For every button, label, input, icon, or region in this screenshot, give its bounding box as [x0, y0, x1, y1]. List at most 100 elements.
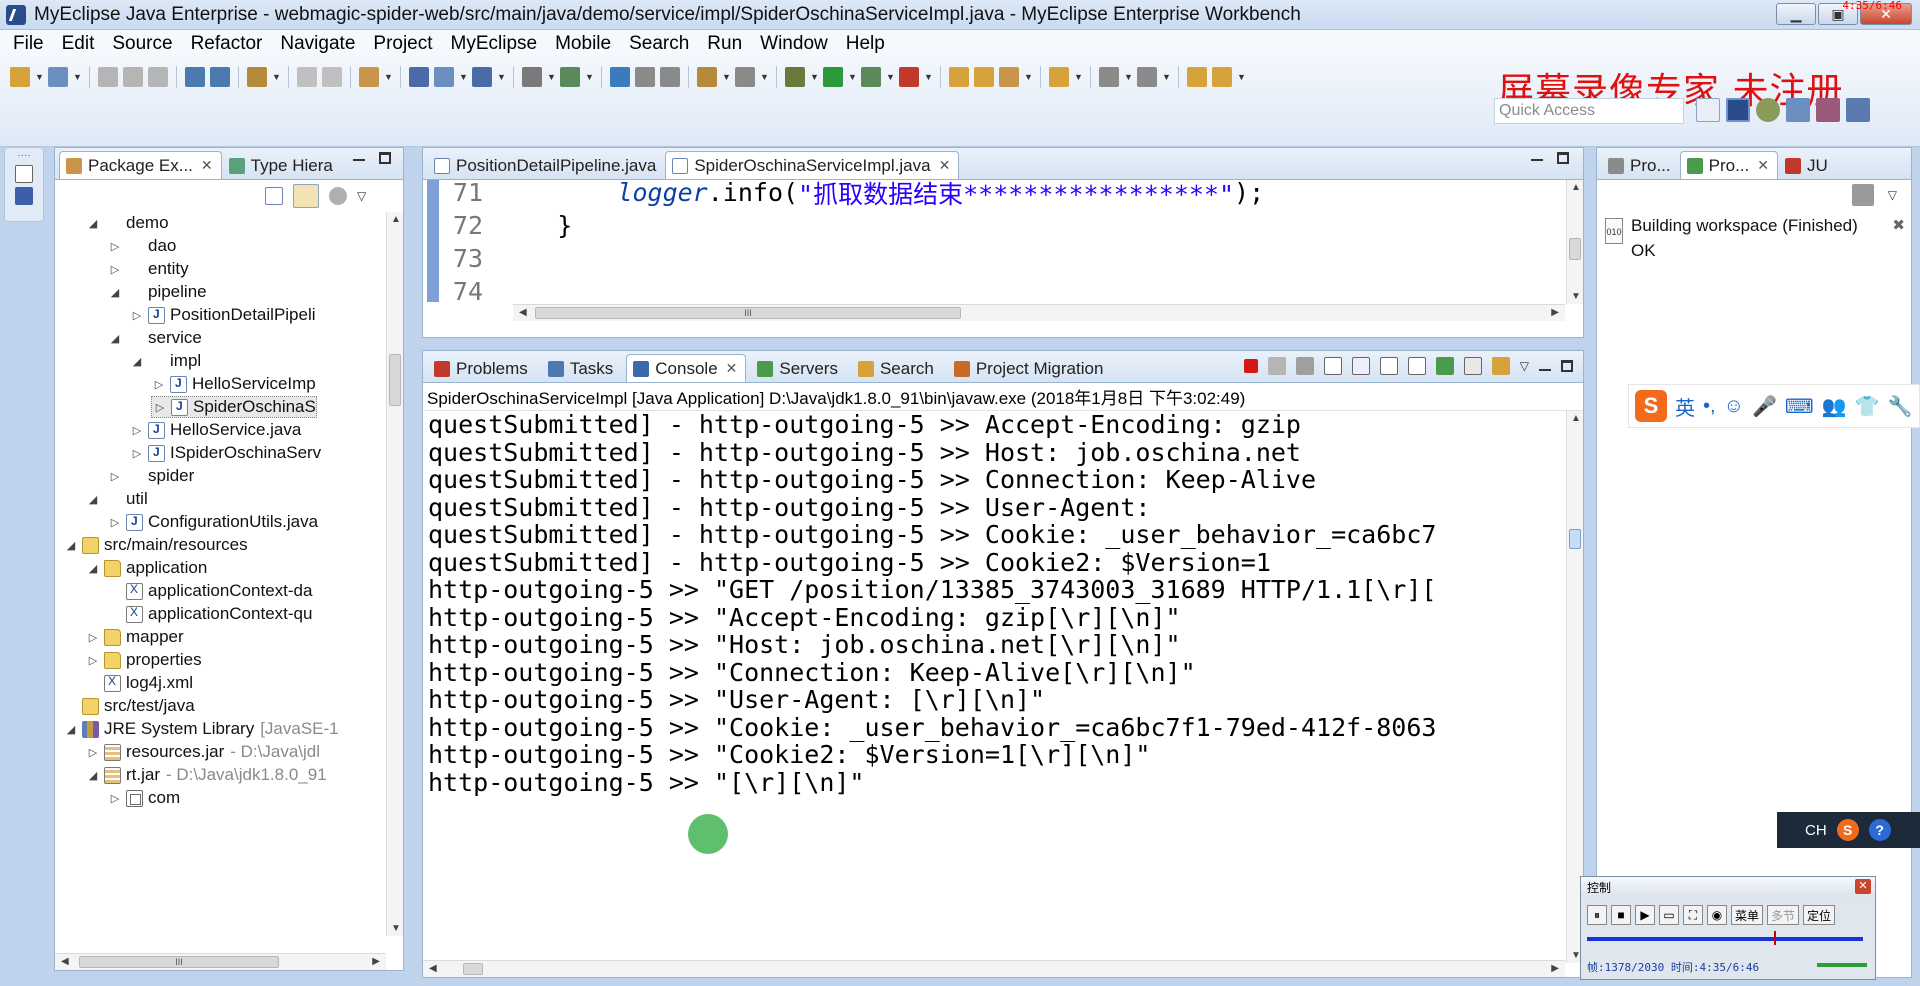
scroll-right-icon[interactable]: ▶ — [1551, 963, 1559, 974]
emoji-icon[interactable]: ☺ — [1724, 395, 1744, 418]
multi-section-button[interactable]: 多节 — [1767, 905, 1800, 925]
annotation-icon[interactable] — [1049, 67, 1069, 87]
tree-item[interactable]: ◢ impl — [129, 350, 201, 372]
tree-item[interactable]: log4j.xml — [85, 672, 193, 694]
forward-icon[interactable] — [1212, 67, 1232, 87]
collapse-toggle-icon[interactable]: ◢ — [85, 562, 101, 575]
collapse-toggle-icon[interactable]: ◢ — [107, 332, 123, 345]
clear-console-icon[interactable] — [1323, 357, 1342, 375]
tree-item[interactable]: src/test/java — [63, 695, 195, 717]
build-icon[interactable] — [635, 67, 655, 87]
scroll-left-icon[interactable]: ◀ — [429, 963, 437, 974]
new-class-icon[interactable] — [434, 67, 454, 87]
java-perspective-icon[interactable] — [1846, 98, 1870, 122]
deploy-icon[interactable] — [185, 67, 205, 87]
tree-item[interactable]: applicationContext-qu — [107, 603, 312, 625]
user-icon[interactable]: 👥 — [1822, 394, 1847, 419]
link-with-editor-icon[interactable] — [293, 184, 319, 208]
server-icon[interactable] — [210, 67, 230, 87]
scroll-thumb[interactable]: III — [535, 307, 961, 319]
dropdown-arrow-icon[interactable]: ▼ — [924, 72, 933, 82]
tab-junit[interactable]: JU — [1778, 151, 1837, 179]
close-icon[interactable]: ✕ — [1757, 157, 1769, 174]
maximize-view-icon[interactable] — [379, 152, 391, 164]
dropdown-arrow-icon[interactable]: ▼ — [760, 72, 769, 82]
step-icon[interactable]: ▶ — [1635, 905, 1655, 925]
new-icon[interactable] — [10, 67, 30, 87]
help-icon[interactable]: ? — [1868, 819, 1891, 841]
menu-button[interactable]: 菜单 — [1731, 905, 1764, 925]
tree-item[interactable]: ▷ mapper — [85, 626, 184, 648]
collapse-toggle-icon[interactable]: ◢ — [107, 286, 123, 299]
tab-servers[interactable]: Servers — [750, 354, 847, 382]
tree-item[interactable]: ▷ ConfigurationUtils.java — [107, 511, 318, 533]
tree-item[interactable]: ◢ application — [85, 557, 208, 579]
view-thumbnail-icon[interactable] — [15, 187, 33, 205]
debug-perspective-icon[interactable] — [1756, 98, 1780, 122]
recorder-progress-track[interactable] — [1587, 937, 1863, 941]
tab-project[interactable]: Pro... — [1601, 151, 1680, 179]
collapse-toggle-icon[interactable]: ◢ — [63, 723, 79, 736]
expand-toggle-icon[interactable]: ▷ — [107, 263, 123, 276]
database-perspective-icon[interactable] — [1786, 98, 1810, 122]
dropdown-arrow-icon[interactable]: ▼ — [585, 72, 594, 82]
tree-item[interactable]: ▷ ISpiderOschinaServ — [129, 442, 321, 464]
scroll-left-icon[interactable]: ◀ — [519, 307, 527, 318]
open-type-icon[interactable] — [359, 67, 379, 87]
fullscreen-icon[interactable]: ⛶ — [1683, 905, 1703, 925]
menu-search[interactable]: Search — [620, 33, 698, 55]
close-icon[interactable]: ✕ — [201, 157, 213, 174]
language-indicator[interactable]: CH — [1805, 822, 1827, 839]
scroll-thumb[interactable]: III — [79, 956, 279, 968]
run-icon[interactable] — [823, 67, 843, 87]
menu-project[interactable]: Project — [364, 33, 441, 55]
dropdown-arrow-icon[interactable]: ▼ — [547, 72, 556, 82]
toggle-mark-icon[interactable] — [247, 67, 267, 87]
expand-toggle-icon[interactable]: ▷ — [107, 240, 123, 253]
ime-mode-toggle[interactable]: 英 — [1675, 392, 1695, 421]
expand-toggle-icon[interactable]: ▷ — [107, 470, 123, 483]
menu-mobile[interactable]: Mobile — [546, 33, 620, 55]
debug-icon[interactable] — [785, 67, 805, 87]
dropdown-arrow-icon[interactable]: ▼ — [459, 72, 468, 82]
skin-icon[interactable]: 👕 — [1855, 394, 1880, 419]
collapse-toggle-icon[interactable]: ◢ — [85, 217, 101, 230]
tab-console[interactable]: Console ✕ — [626, 354, 747, 382]
filters-icon[interactable] — [329, 187, 347, 205]
minimize-view-icon[interactable] — [353, 152, 365, 161]
tree-item[interactable]: ◢ demo — [85, 212, 169, 234]
tree-item[interactable]: ◢ JRE System Library [JavaSE-1 — [63, 718, 339, 740]
tree-item[interactable]: ▷ resources.jar - D:\Java\jdl — [85, 741, 320, 763]
myeclipse-perspective-icon[interactable] — [1726, 98, 1750, 122]
dropdown-arrow-icon[interactable]: ▼ — [1074, 72, 1083, 82]
tree-item[interactable]: ◢ pipeline — [107, 281, 207, 303]
dropdown-arrow-icon[interactable]: ▼ — [384, 72, 393, 82]
minimize-view-icon[interactable] — [1531, 152, 1543, 161]
tree-item[interactable]: ▷ HelloService.java — [129, 419, 302, 441]
run-config-icon[interactable] — [861, 67, 881, 87]
tree-item[interactable]: ▷ SpiderOschinaS — [151, 396, 317, 418]
tree-item[interactable]: ◢ service — [107, 327, 202, 349]
play-pause-icon[interactable]: ⏸ — [1587, 905, 1607, 925]
tab-tasks[interactable]: Tasks — [541, 354, 622, 382]
show-console-icon[interactable] — [1407, 357, 1426, 375]
tab-problems[interactable]: Problems — [427, 354, 537, 382]
coverage-icon[interactable] — [735, 67, 755, 87]
expand-toggle-icon[interactable]: ▷ — [107, 792, 123, 805]
open-file-icon[interactable] — [974, 67, 994, 87]
explorer-vertical-scrollbar[interactable]: ▲ ▼ — [386, 212, 403, 936]
dropdown-arrow-icon[interactable]: ▼ — [886, 72, 895, 82]
next-annotation-icon[interactable] — [1137, 67, 1157, 87]
expand-toggle-icon[interactable]: ▷ — [151, 378, 167, 391]
tree-item[interactable]: ▷ entity — [107, 258, 189, 280]
expand-toggle-icon[interactable]: ▷ — [85, 746, 101, 759]
expand-toggle-icon[interactable]: ▷ — [85, 631, 101, 644]
punctuation-icon[interactable]: •, — [1703, 395, 1716, 418]
tree-item[interactable]: ◢ src/main/resources — [63, 534, 248, 556]
keyboard-icon[interactable]: ⌨ — [1785, 394, 1814, 419]
expand-toggle-icon[interactable]: ▷ — [129, 309, 145, 322]
menu-file[interactable]: File — [4, 33, 53, 55]
editor-horizontal-scrollbar[interactable]: ◀ III ▶ — [513, 304, 1565, 321]
menu-source[interactable]: Source — [103, 33, 181, 55]
new-project-icon[interactable] — [48, 67, 68, 87]
